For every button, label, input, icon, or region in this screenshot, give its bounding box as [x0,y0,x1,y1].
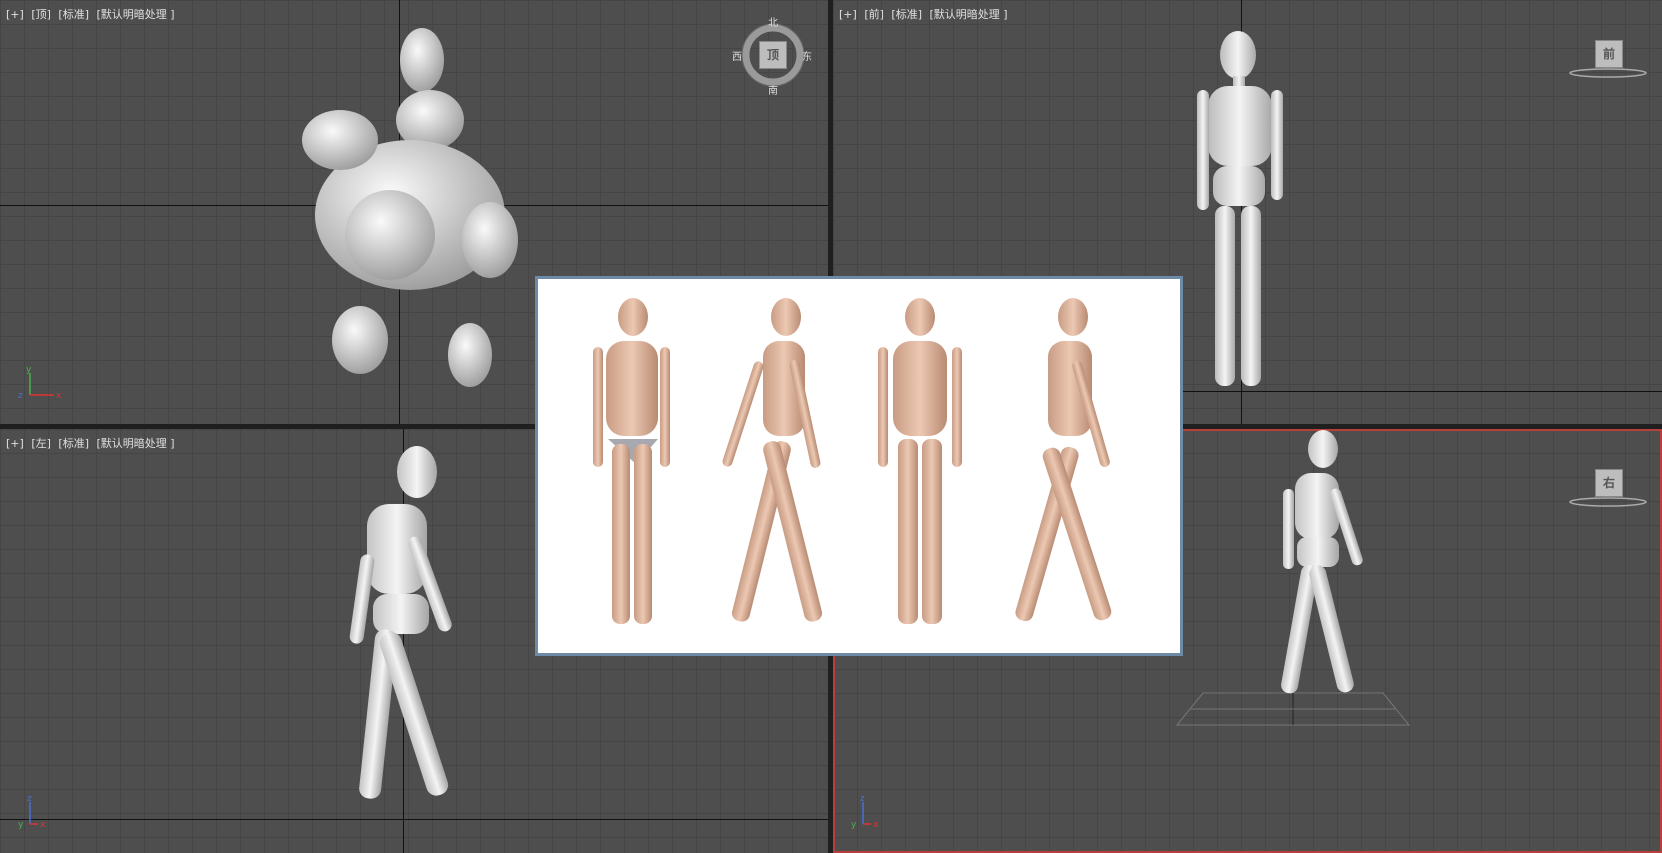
compass-south: 南 [768,86,778,97]
viewport-menu-lighting[interactable]: [默认明暗处理 ] [97,8,175,21]
mannequin-top-view[interactable] [290,20,550,410]
compass-ring-icon [1569,497,1647,507]
viewcube-icon[interactable]: 右 [1568,469,1648,509]
viewport-menu-plus[interactable]: [+] [839,8,857,21]
viewport-menu-view[interactable]: [前] [864,8,884,21]
axis-triad-icon: z y x [851,794,893,834]
svg-text:z: z [27,794,32,804]
viewport-menu-lighting[interactable]: [默认明暗处理 ] [930,8,1008,21]
viewport-menu-shading[interactable]: [标准] [58,437,89,450]
viewport-label: [+] [前] [标准] [默认明暗处理 ] [839,6,1012,22]
viewcube-icon[interactable]: 顶 北 南 东 西 [732,18,812,97]
viewport-menu-shading[interactable]: [标准] [891,8,922,21]
viewcube-face[interactable]: 顶 [759,41,787,69]
svg-text:z: z [18,391,23,401]
viewport-menu-lighting[interactable]: [默认明暗处理 ] [97,437,175,450]
reference-image-panel[interactable] [535,276,1183,656]
reference-figure-side-back [722,298,823,622]
mannequin-perspective-view[interactable] [1233,429,1393,719]
viewport-menu-plus[interactable]: [+] [6,8,24,21]
viewport-label: [+] [左] [标准] [默认明暗处理 ] [6,435,179,451]
compass-east: 东 [802,52,812,63]
viewport-menu-shading[interactable]: [标准] [58,8,89,21]
reference-figure-front [593,298,670,624]
viewport-menu-view[interactable]: [顶] [31,8,51,21]
svg-text:y: y [18,820,24,830]
svg-text:y: y [851,820,857,830]
reference-figures-image [593,298,1112,624]
svg-text:z: z [860,794,865,804]
viewcube-icon[interactable]: 前 [1568,40,1648,80]
svg-text:x: x [873,820,879,830]
axis-triad-icon: y x z [18,365,62,405]
axis-triad-icon: z y x [18,794,60,834]
mannequin-left-view[interactable] [315,444,515,824]
viewport-label: [+] [顶] [标准] [默认明暗处理 ] [6,6,179,22]
svg-text:y: y [26,365,32,375]
viewport-menu-plus[interactable]: [+] [6,437,24,450]
compass-north: 北 [768,18,778,29]
viewport-menu-view[interactable]: [左] [31,437,51,450]
reference-figure-side [1015,298,1112,622]
compass-west: 西 [732,52,742,63]
svg-text:x: x [40,820,46,830]
mannequin-front-view[interactable] [1183,30,1303,400]
compass-ring-icon [1569,68,1647,78]
svg-text:x: x [56,391,62,401]
reference-figure-back [878,298,962,624]
